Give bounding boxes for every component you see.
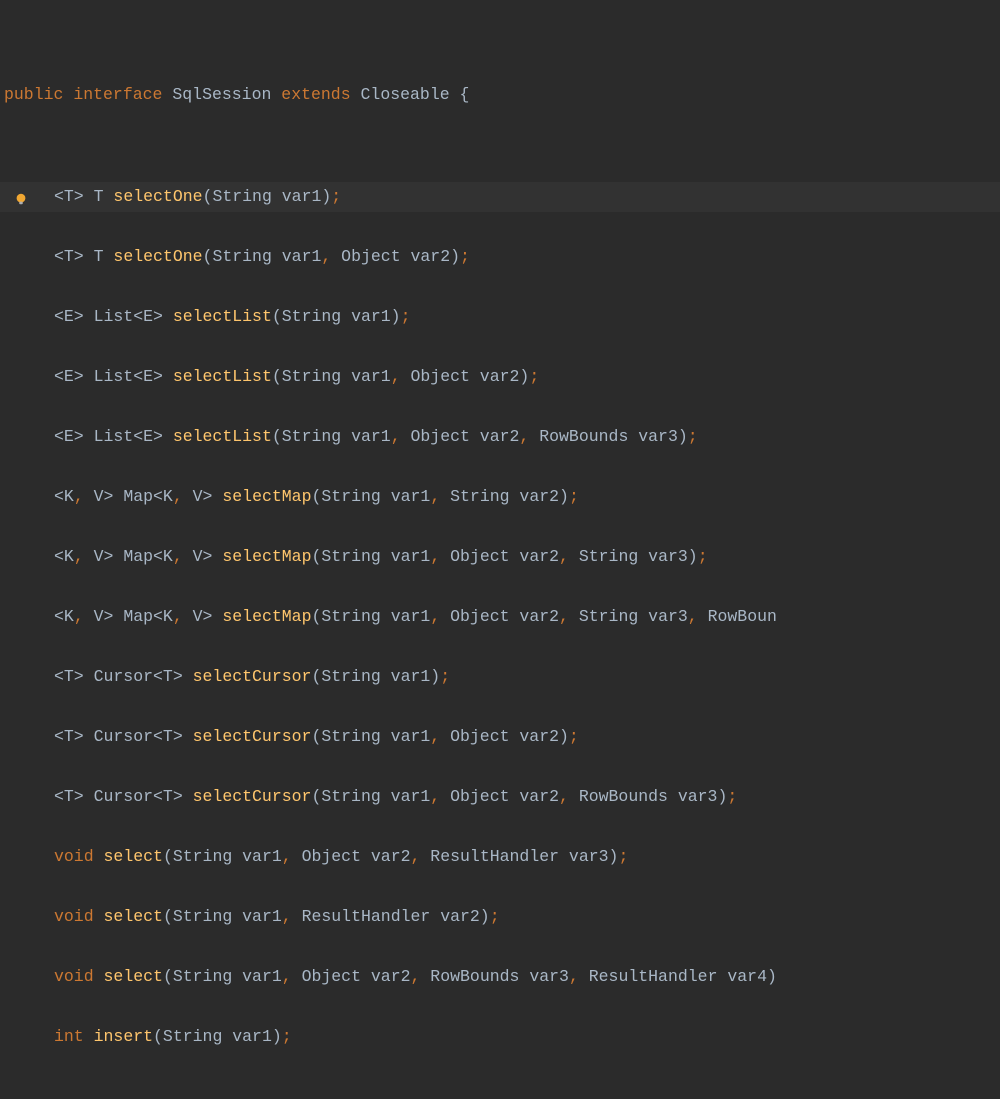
semicolon: ; xyxy=(727,785,737,809)
keyword-extends: extends xyxy=(281,83,350,107)
method-name: selectCursor xyxy=(193,725,312,749)
blank-line xyxy=(0,332,1000,362)
semicolon: ; xyxy=(529,365,539,389)
blank-line xyxy=(0,752,1000,782)
parameter-list: (String var1) xyxy=(153,1025,282,1049)
keyword-public: public xyxy=(4,83,63,107)
parameter-list: (String var1, String var2) xyxy=(311,485,568,509)
generic-return-type: <T> T xyxy=(54,245,113,269)
generic-return-type: <E> List<E> xyxy=(54,425,173,449)
generic-return-type: <T> T xyxy=(54,185,113,209)
blank-line xyxy=(0,272,1000,302)
blank-line xyxy=(0,692,1000,722)
blank-line xyxy=(0,872,1000,902)
semicolon: ; xyxy=(688,425,698,449)
generic-return-type: <E> List<E> xyxy=(54,365,173,389)
generic-return-type: <E> List<E> xyxy=(54,305,173,329)
code-line: <K, V> Map<K, V> selectMap(String var1, … xyxy=(0,542,1000,572)
generic-return-type: <K, V> Map<K, V> xyxy=(54,485,222,509)
blank-line xyxy=(0,512,1000,542)
code-line: void select(String var1, Object var2, Re… xyxy=(0,842,1000,872)
code-editor[interactable]: public interface SqlSession extends Clos… xyxy=(0,0,1000,1099)
intention-bulb-icon[interactable] xyxy=(14,190,28,204)
semicolon: ; xyxy=(569,725,579,749)
code-line: <T> Cursor<T> selectCursor(String var1); xyxy=(0,662,1000,692)
semicolon: ; xyxy=(460,245,470,269)
parameter-list: (String var1) xyxy=(311,665,440,689)
return-type: void xyxy=(54,905,104,929)
parameter-list: (String var1, Object var2, RowBounds var… xyxy=(311,785,727,809)
parent-type: Closeable xyxy=(361,83,450,107)
method-name: selectOne xyxy=(113,245,202,269)
parameter-list: (String var1, Object var2) xyxy=(203,245,460,269)
blank-line xyxy=(0,992,1000,1022)
return-type: void xyxy=(54,845,104,869)
method-name: selectMap xyxy=(222,605,311,629)
method-name: insert xyxy=(94,1025,153,1049)
semicolon: ; xyxy=(618,845,628,869)
method-name: select xyxy=(104,965,163,989)
parameter-list: (String var1, Object var2, RowBounds var… xyxy=(272,425,688,449)
blank-line xyxy=(0,812,1000,842)
method-name: selectMap xyxy=(222,545,311,569)
code-line: <T> T selectOne(String var1); xyxy=(0,182,1000,212)
generic-return-type: <T> Cursor<T> xyxy=(54,725,193,749)
blank-line xyxy=(0,632,1000,662)
blank-line xyxy=(0,392,1000,422)
code-line: void select(String var1, ResultHandler v… xyxy=(0,902,1000,932)
keyword-interface: interface xyxy=(73,83,162,107)
blank-line xyxy=(0,572,1000,602)
method-name: selectCursor xyxy=(193,785,312,809)
parameter-list: (String var1, Object var2) xyxy=(311,725,568,749)
code-line: <E> List<E> selectList(String var1, Obje… xyxy=(0,362,1000,392)
semicolon: ; xyxy=(401,305,411,329)
method-name: select xyxy=(104,905,163,929)
blank-line xyxy=(0,212,1000,242)
return-type: void xyxy=(54,965,104,989)
code-line: <K, V> Map<K, V> selectMap(String var1, … xyxy=(0,482,1000,512)
semicolon: ; xyxy=(440,665,450,689)
method-name: select xyxy=(104,845,163,869)
declaration-line: public interface SqlSession extends Clos… xyxy=(0,80,1000,110)
blank-line xyxy=(0,452,1000,482)
code-line: <T> T selectOne(String var1, Object var2… xyxy=(0,242,1000,272)
interface-name: SqlSession xyxy=(172,83,271,107)
method-name: selectList xyxy=(173,305,272,329)
generic-return-type: <K, V> Map<K, V> xyxy=(54,605,222,629)
parameter-list: (String var1, ResultHandler var2) xyxy=(163,905,490,929)
semicolon: ; xyxy=(282,1025,292,1049)
code-line: int insert(String var1); xyxy=(0,1022,1000,1052)
parameter-list: (String var1, Object var2, String var3, … xyxy=(311,605,776,629)
method-name: selectList xyxy=(173,365,272,389)
code-line: void select(String var1, Object var2, Ro… xyxy=(0,962,1000,992)
parameter-list: (String var1, Object var2) xyxy=(272,365,529,389)
generic-return-type: <K, V> Map<K, V> xyxy=(54,545,222,569)
method-name: selectCursor xyxy=(193,665,312,689)
open-brace: { xyxy=(460,83,470,107)
code-line: <E> List<E> selectList(String var1); xyxy=(0,302,1000,332)
generic-return-type: <T> Cursor<T> xyxy=(54,785,193,809)
parameter-list: (String var1) xyxy=(272,305,401,329)
method-name: selectOne xyxy=(113,185,202,209)
code-line: <K, V> Map<K, V> selectMap(String var1, … xyxy=(0,602,1000,632)
blank-line xyxy=(0,932,1000,962)
parameter-list: (String var1, Object var2, RowBounds var… xyxy=(163,965,777,989)
method-name: selectMap xyxy=(222,485,311,509)
code-line: <T> Cursor<T> selectCursor(String var1, … xyxy=(0,722,1000,752)
generic-return-type: <T> Cursor<T> xyxy=(54,665,193,689)
semicolon: ; xyxy=(331,185,341,209)
semicolon: ; xyxy=(698,545,708,569)
code-line: <E> List<E> selectList(String var1, Obje… xyxy=(0,422,1000,452)
semicolon: ; xyxy=(490,905,500,929)
method-name: selectList xyxy=(173,425,272,449)
code-line: <T> Cursor<T> selectCursor(String var1, … xyxy=(0,782,1000,812)
return-type: int xyxy=(54,1025,94,1049)
parameter-list: (String var1) xyxy=(203,185,332,209)
parameter-list: (String var1, Object var2, ResultHandler… xyxy=(163,845,619,869)
parameter-list: (String var1, Object var2, String var3) xyxy=(311,545,697,569)
semicolon: ; xyxy=(569,485,579,509)
